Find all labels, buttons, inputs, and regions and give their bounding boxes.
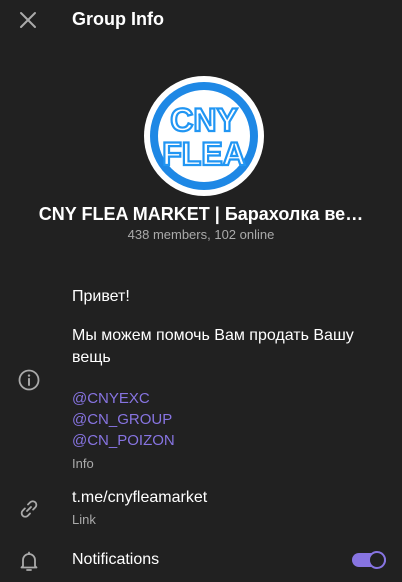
mention-link[interactable]: @CN_POIZON [72,431,175,451]
close-icon [20,12,36,28]
notifications-label: Notifications [72,551,160,568]
close-button[interactable] [16,8,40,32]
info-text-line1: Мы можем помочь Вам продать Вашу [72,327,354,344]
page-title: Group Info [72,9,164,29]
invite-link[interactable]: t.me/cnyfleamarket [72,487,207,509]
info-icon [18,369,40,391]
info-greeting: Привет! [72,288,130,305]
group-avatar[interactable]: CNY FLEA [144,76,264,196]
mention-link[interactable]: @CN_GROUP [72,410,172,430]
bell-icon [20,551,38,571]
header: Group Info [0,0,402,40]
group-members-status: 438 members, 102 online [127,227,275,242]
notifications-toggle[interactable] [352,551,386,569]
info-caption: Info [72,456,94,471]
avatar-text-line1: CNY [170,102,238,138]
toggle-knob [368,551,386,569]
mention-link[interactable]: @CNYEXC [72,389,150,409]
group-name: CNY FLEA MARKET | Барахолка ве… [38,204,364,224]
link-icon [20,500,38,518]
info-text-line2: вещь [72,349,111,366]
avatar-text-line2: FLEA [162,136,246,172]
link-caption: Link [72,512,96,527]
